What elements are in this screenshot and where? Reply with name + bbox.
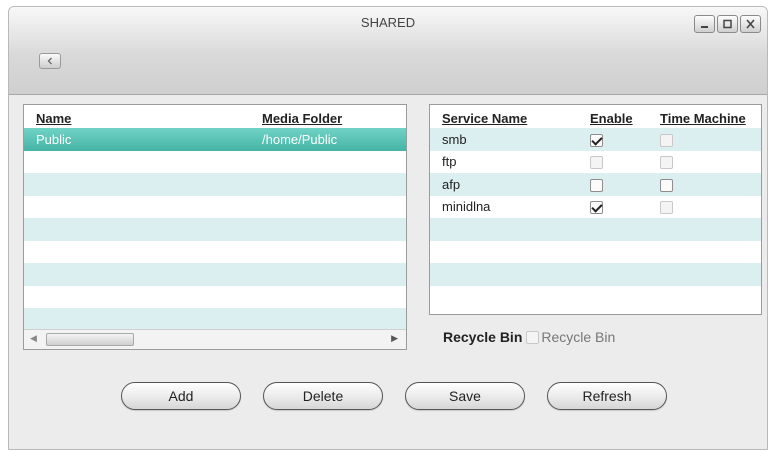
column-header-enable[interactable]: Enable (588, 111, 658, 126)
shared-window: SHARED Name Media Folder Public /home/Pu… (8, 6, 768, 450)
column-header-media-folder[interactable]: Media Folder (262, 111, 402, 126)
title-bar: SHARED (9, 7, 767, 95)
table-row[interactable] (430, 285, 761, 308)
time-machine-checkbox[interactable] (660, 201, 673, 215)
table-row[interactable] (24, 263, 406, 286)
add-button[interactable]: Add (121, 382, 241, 410)
table-row[interactable]: minidlna (430, 195, 761, 218)
services-table-body: smb ftp afp minidlna (430, 128, 761, 308)
shares-table-header: Name Media Folder (24, 105, 406, 128)
table-row[interactable] (430, 240, 761, 263)
service-name: afp (442, 176, 461, 192)
window-controls (694, 15, 761, 33)
table-row[interactable]: ftp (430, 150, 761, 173)
shares-table-body: Public /home/Public (24, 128, 406, 331)
refresh-button[interactable]: Refresh (547, 382, 667, 410)
table-row[interactable] (24, 195, 406, 218)
table-row[interactable] (24, 218, 406, 241)
back-button[interactable] (39, 53, 61, 69)
table-row[interactable] (430, 263, 761, 286)
chevron-left-icon (47, 57, 52, 65)
minimize-button[interactable] (694, 15, 715, 33)
recycle-bin-checkbox[interactable] (526, 330, 540, 344)
time-machine-checkbox[interactable] (660, 156, 673, 170)
enable-checkbox[interactable] (590, 201, 603, 215)
save-button[interactable]: Save (405, 382, 525, 410)
close-button[interactable] (740, 15, 761, 33)
table-row[interactable] (24, 308, 406, 331)
service-name: minidlna (442, 199, 491, 215)
column-header-service-name[interactable]: Service Name (430, 111, 588, 126)
share-media-folder: /home/Public (262, 131, 338, 147)
time-machine-checkbox[interactable] (660, 133, 673, 147)
close-icon (746, 19, 755, 29)
table-row[interactable] (430, 218, 761, 241)
maximize-icon (723, 19, 732, 29)
services-table-header: Service Name Enable Time Machine (430, 105, 761, 128)
services-table: Service Name Enable Time Machine smb ftp… (429, 104, 762, 315)
recycle-bin-label: Recycle Bin (443, 329, 523, 345)
window-title: SHARED (360, 15, 416, 30)
delete-button[interactable]: Delete (263, 382, 383, 410)
maximize-button[interactable] (717, 15, 738, 33)
table-row[interactable]: afp (430, 173, 761, 196)
table-row[interactable]: Public /home/Public (24, 128, 406, 151)
enable-checkbox[interactable] (590, 156, 603, 170)
enable-checkbox[interactable] (590, 133, 603, 147)
horizontal-scrollbar[interactable]: ◀ ▶ (24, 329, 406, 349)
scroll-right-icon[interactable]: ▶ (391, 333, 398, 344)
service-name: ftp (442, 154, 457, 170)
shares-table: Name Media Folder Public /home/Public ◀ … (23, 104, 407, 350)
enable-checkbox[interactable] (590, 178, 603, 192)
table-row[interactable] (24, 150, 406, 173)
table-row[interactable] (24, 173, 406, 196)
minimize-icon (701, 26, 708, 28)
time-machine-checkbox[interactable] (660, 178, 673, 192)
table-row[interactable]: smb (430, 128, 761, 151)
share-name: Public (36, 131, 72, 147)
service-name: smb (442, 131, 467, 147)
column-header-name[interactable]: Name (24, 111, 262, 126)
table-row[interactable] (24, 240, 406, 263)
table-row[interactable] (24, 285, 406, 308)
recycle-bin-option: Recycle Bin Recycle Bin (443, 329, 615, 345)
recycle-bin-checkbox-label[interactable]: Recycle Bin (541, 329, 615, 345)
scroll-left-icon[interactable]: ◀ (30, 333, 37, 344)
scrollbar-thumb[interactable] (46, 333, 134, 346)
column-header-time-machine[interactable]: Time Machine (658, 111, 758, 126)
